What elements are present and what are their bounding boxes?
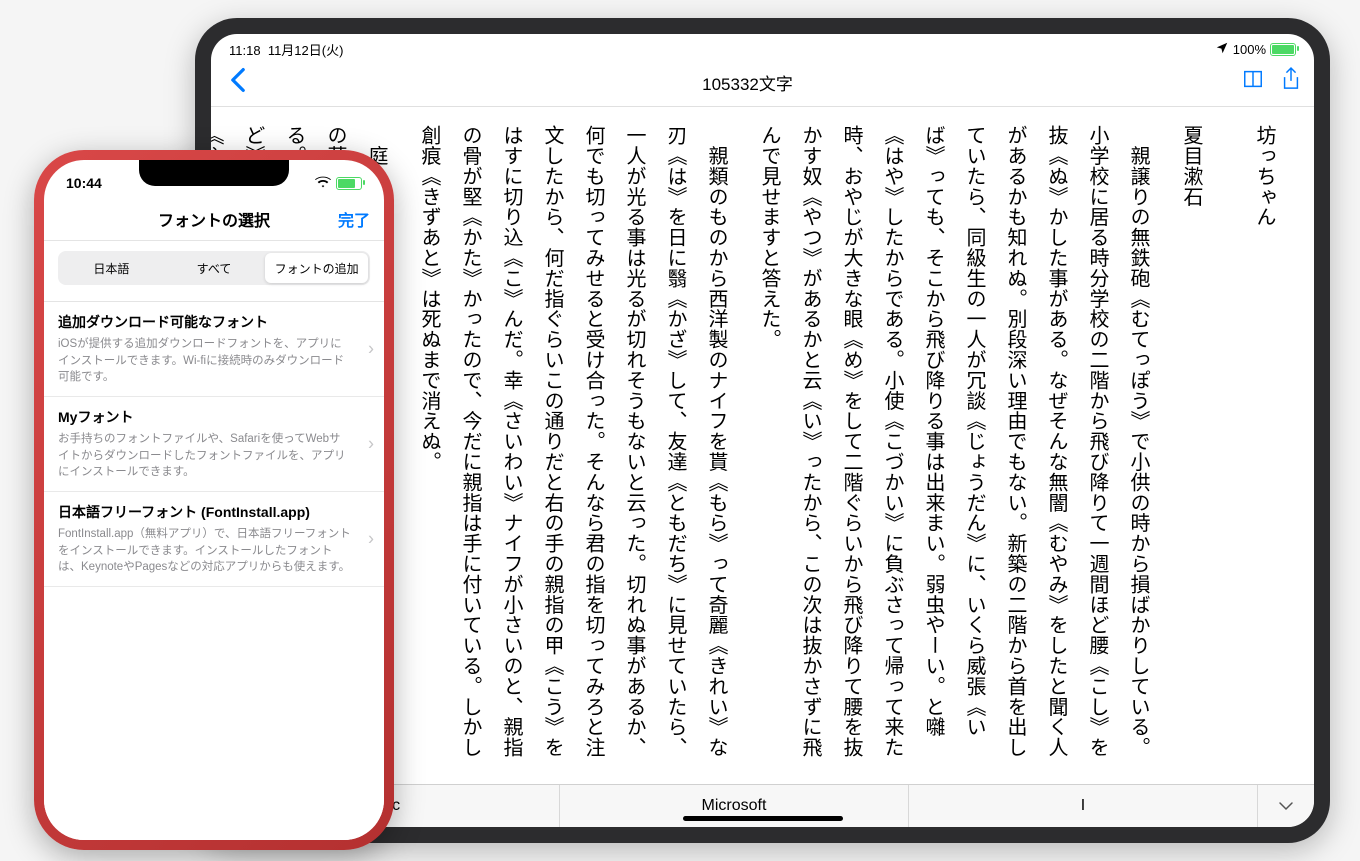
document-title: 105332文字 <box>702 70 793 95</box>
home-indicator[interactable] <box>683 816 843 821</box>
location-icon <box>1215 41 1229 58</box>
battery-icon <box>336 177 362 190</box>
done-button[interactable]: 完了 <box>338 207 370 231</box>
paragraph: 親譲りの無鉄砲《むてっぽう》で小供の時から損ばかりしている。小学校に居る時分学校… <box>748 125 1158 766</box>
ipad-status-bar: 11:18 11月12日(火) 100% <box>211 34 1314 60</box>
ipad-navigation-bar: 105332文字 <box>211 60 1314 107</box>
iphone-device-frame: 10:44 フォントの選択 完了 日本語 すべて フォントの追加 追加ダウンロー… <box>34 150 394 850</box>
settings-list: 追加ダウンロード可能なフォント iOSが提供する追加ダウンロードフォントを、アプ… <box>44 301 384 840</box>
back-button[interactable] <box>223 67 253 98</box>
segment-japanese[interactable]: 日本語 <box>60 253 163 283</box>
chevron-right-icon: › <box>368 529 374 550</box>
novel-author: 夏目漱石 <box>1170 125 1211 766</box>
row-title: 日本語フリーフォント (FontInstall.app) <box>58 502 370 522</box>
nav-actions <box>1242 66 1302 98</box>
segment-all[interactable]: すべて <box>163 253 266 283</box>
list-item[interactable]: 日本語フリーフォント (FontInstall.app) FontInstall… <box>44 492 384 587</box>
bookmarks-icon[interactable] <box>1242 66 1264 98</box>
row-description: お手持ちのフォントファイルや、Safariを使ってWebサイトからダウンロードし… <box>58 431 370 481</box>
status-date: 11月12日(火) <box>268 43 344 58</box>
status-left: 11:18 11月12日(火) <box>229 40 343 59</box>
row-title: 追加ダウンロード可能なフォント <box>58 312 370 332</box>
battery-icon <box>1270 43 1296 56</box>
keyboard-collapse-button[interactable] <box>1258 785 1314 827</box>
battery-percent: 100% <box>1233 42 1266 57</box>
status-right: 100% <box>1215 41 1296 58</box>
chevron-right-icon: › <box>368 434 374 455</box>
row-description: FontInstall.app（無料アプリ）で、日本語フリーフォントをインストー… <box>58 526 370 576</box>
row-title: Myフォント <box>58 407 370 427</box>
chevron-right-icon: › <box>368 339 374 360</box>
novel-title: 坊っちゃん <box>1243 125 1284 766</box>
segment-add-font[interactable]: フォントの追加 <box>265 253 368 283</box>
paragraph: 親類のものから西洋製のナイフを貰《もら》って奇麗《きれい》な刃《は》を日に翳《か… <box>408 125 736 766</box>
status-time: 10:44 <box>66 175 102 191</box>
iphone-screen: 10:44 フォントの選択 完了 日本語 すべて フォントの追加 追加ダウンロー… <box>44 160 384 840</box>
notch <box>139 160 289 186</box>
row-description: iOSが提供する追加ダウンロードフォントを、アプリにインストールできます。Wi-… <box>58 336 370 386</box>
status-time: 11:18 <box>229 43 261 58</box>
list-item[interactable]: 追加ダウンロード可能なフォント iOSが提供する追加ダウンロードフォントを、アプ… <box>44 302 384 397</box>
wifi-icon <box>315 175 331 191</box>
segmented-control[interactable]: 日本語 すべて フォントの追加 <box>58 251 370 285</box>
status-right <box>315 175 362 191</box>
list-item[interactable]: Myフォント お手持ちのフォントファイルや、Safariを使ってWebサイトから… <box>44 397 384 492</box>
share-icon[interactable] <box>1280 66 1302 98</box>
screen-title: フォントの選択 <box>158 207 270 231</box>
suggestion[interactable]: I <box>909 785 1258 827</box>
iphone-navigation-bar: フォントの選択 完了 <box>44 198 384 241</box>
